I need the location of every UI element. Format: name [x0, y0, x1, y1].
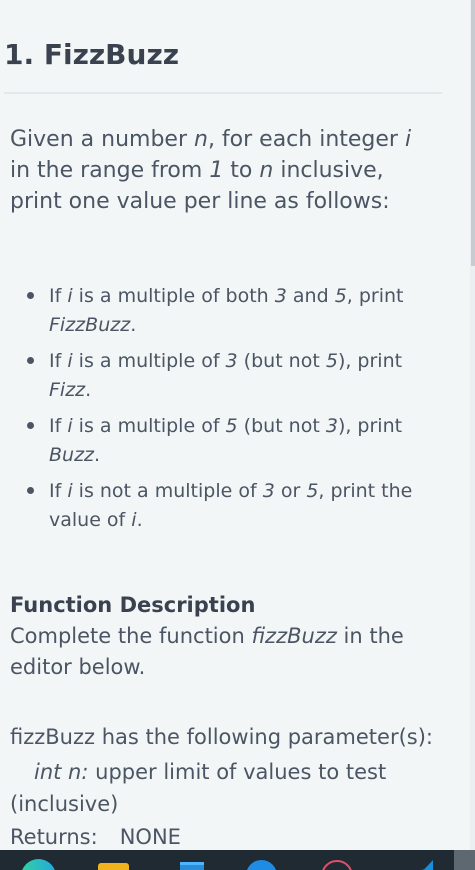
text-segment: ), print — [337, 415, 403, 437]
rule-item-number: If i is not a multiple of 3 or 5, print … — [10, 477, 420, 535]
blue-app-icon[interactable] — [246, 860, 277, 870]
italic-text: 5 — [325, 350, 338, 372]
problem-intro: Given a number n, for each integer i in … — [10, 124, 430, 217]
italic-text: 3 — [225, 350, 238, 372]
problem-statement-page: 1. FizzBuzz Given a number n, for each i… — [0, 0, 475, 870]
edge-browser-icon[interactable] — [21, 859, 56, 870]
text-segment: . — [94, 444, 101, 466]
text-segment: . — [136, 509, 143, 531]
windows-taskbar — [0, 850, 475, 870]
returns-value: NONE — [119, 825, 181, 849]
italic-text: 3 — [262, 480, 275, 502]
rules-list: If i is a multiple of both 3 and 5, prin… — [10, 282, 420, 542]
text-segment: (but not — [237, 350, 326, 372]
text-segment: in the range from — [10, 158, 210, 183]
rule-item-buzz: If i is a multiple of 5 (but not 3), pri… — [10, 412, 420, 470]
italic-text: FizzBuzz — [49, 314, 131, 336]
text-segment: . — [85, 379, 92, 401]
store-icon[interactable] — [180, 862, 204, 870]
text-segment: Complete the function — [10, 624, 252, 648]
text-segment: is not a multiple of — [72, 480, 263, 502]
text-segment: is a multiple of both — [72, 285, 275, 307]
text-segment: is a multiple of — [72, 350, 226, 372]
text-segment: , for each integer — [207, 127, 405, 152]
italic-text: Buzz — [49, 444, 95, 466]
text-segment: If — [49, 350, 68, 372]
parameters-intro: fizzBuzz has the following parameter(s): — [10, 725, 433, 749]
red-app-icon[interactable] — [321, 860, 353, 870]
returns-line: Returns: NONE — [10, 822, 430, 850]
parameter-text: int n: upper limit of values to test (in… — [10, 760, 386, 816]
taskbar-end-block — [454, 850, 475, 870]
function-description-heading: Function Description — [10, 593, 256, 617]
italic-text: 5 — [225, 415, 238, 437]
text-segment: to — [223, 158, 260, 183]
vertical-scrollbar[interactable] — [470, 0, 475, 850]
scrollbar-thumb[interactable] — [471, 0, 475, 266]
italic-text: n — [193, 127, 208, 152]
vscode-icon[interactable] — [408, 860, 433, 870]
italic-text: Fizz — [49, 379, 86, 401]
text-segment: is a multiple of — [72, 415, 226, 437]
rule-item-fizzbuzz: If i is a multiple of both 3 and 5, prin… — [10, 282, 420, 340]
italic-text: i — [404, 127, 412, 152]
text-segment: . — [130, 314, 137, 336]
italic-text: 3 — [325, 415, 338, 437]
italic-text: int n: — [34, 760, 89, 784]
problem-title: 1. FizzBuzz — [4, 38, 180, 71]
parameter-description: int n: upper limit of values to test (in… — [10, 756, 420, 820]
italic-text: 5 — [306, 480, 319, 502]
function-description-text: Complete the function fizzBuzz in the ed… — [10, 621, 420, 683]
italic-text: n — [259, 158, 274, 183]
text-segment: (but not — [237, 415, 326, 437]
text-segment: , print — [346, 285, 404, 307]
italic-text: 1 — [209, 158, 224, 183]
problem-content: 1. FizzBuzz Given a number n, for each i… — [0, 0, 470, 850]
text-segment: Given a number — [10, 127, 194, 152]
text-segment: If — [49, 415, 68, 437]
text-segment: If — [49, 285, 68, 307]
returns-label: Returns: — [10, 825, 98, 849]
text-segment: and — [286, 285, 335, 307]
text-segment: or — [274, 480, 307, 502]
text-segment: ), print — [337, 350, 403, 372]
rule-item-fizz: If i is a multiple of 3 (but not 5), pri… — [10, 347, 420, 405]
italic-text: 5 — [334, 285, 347, 307]
italic-text: 3 — [274, 285, 287, 307]
italic-text: fizzBuzz — [251, 624, 337, 648]
title-divider — [4, 92, 442, 94]
text-segment: If — [49, 480, 68, 502]
file-explorer-icon[interactable] — [98, 863, 129, 870]
